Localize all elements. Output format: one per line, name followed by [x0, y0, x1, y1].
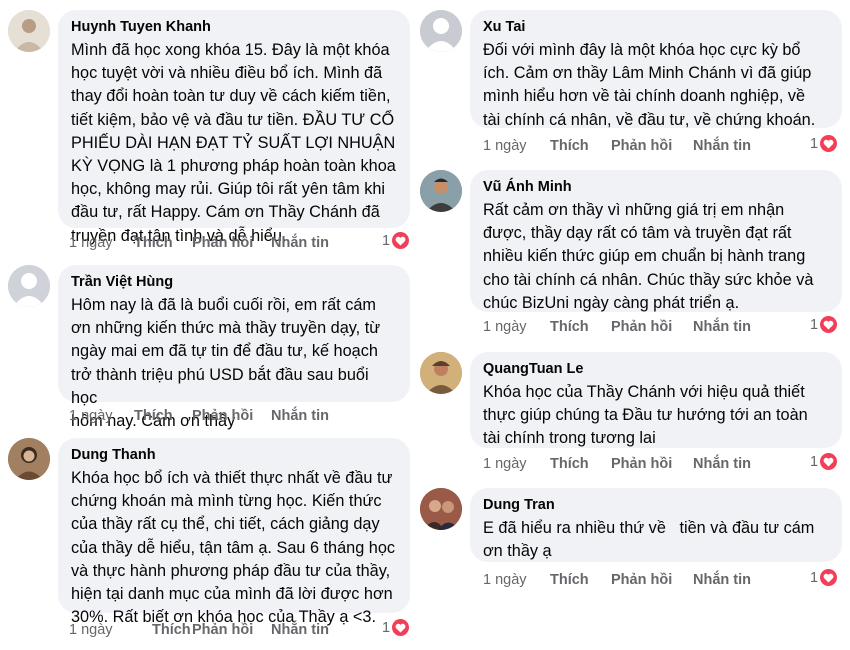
avatar[interactable]	[420, 352, 462, 394]
reaction-count[interactable]: 1	[382, 232, 410, 249]
reaction-number: 1	[810, 135, 819, 152]
comment-actions: 1 ngày Thích Phản hồi Nhắn tin	[69, 622, 419, 642]
comment: QuangTuan Le Khóa học của Thầy Chánh với…	[420, 352, 845, 477]
reaction-number: 1	[382, 232, 391, 249]
heart-icon	[820, 569, 838, 586]
comment-bubble: Huynh Tuyen Khanh Mình đã học xong khóa …	[58, 10, 410, 245]
reaction-count[interactable]: 1	[382, 619, 410, 636]
comment: Trần Việt Hùng Hôm nay là đã là buổi cuố…	[8, 265, 418, 430]
avatar[interactable]	[8, 438, 50, 480]
comment-bubble: Trần Việt Hùng Hôm nay là đã là buổi cuố…	[58, 265, 410, 430]
reply-button[interactable]: Phản hồi	[611, 456, 672, 472]
author-name[interactable]: Dung Thanh	[71, 446, 396, 464]
reply-button[interactable]: Phản hồi	[192, 622, 253, 638]
heart-icon	[392, 232, 410, 249]
message-button[interactable]: Nhắn tin	[271, 622, 329, 638]
comment-text: E đã hiểu ra nhiều thứ về tiền và đầu tư…	[483, 519, 815, 561]
comment: Vũ Ánh Minh Rất cảm ơn thầy vì những giá…	[420, 170, 845, 340]
comment-actions: 1 ngày Thích Phản hồi Nhắn tin	[483, 456, 833, 476]
author-name[interactable]: Trần Việt Hùng	[71, 273, 396, 291]
comment-time[interactable]: 1 ngày	[483, 138, 527, 154]
reaction-number: 1	[810, 316, 819, 333]
reaction-count[interactable]: 1	[810, 569, 838, 586]
reply-button[interactable]: Phản hồi	[192, 235, 253, 251]
author-name[interactable]: Xu Tai	[483, 18, 828, 36]
reaction-count[interactable]: 1	[810, 135, 838, 152]
comment-actions: 1 ngày Thích Phản hồi Nhắn tin	[483, 319, 833, 339]
comment-actions: 1 ngày Thích Phản hồi Nhắn tin	[483, 572, 833, 592]
comment: Xu Tai Đối với mình đây là một khóa học …	[420, 10, 845, 160]
message-button[interactable]: Nhắn tin	[693, 138, 751, 154]
comment-text: Mình đã học xong khóa 15. Đây là một khó…	[71, 41, 396, 245]
comment-text: Rất cảm ơn thầy vì những giá trị em nhận…	[483, 201, 814, 312]
message-button[interactable]: Nhắn tin	[693, 456, 751, 472]
comment-bubble: Dung Tran E đã hiểu ra nhiều thứ về tiền…	[470, 488, 842, 562]
heart-icon	[820, 453, 838, 470]
comment-text: Đối với mình đây là một khóa học cực kỳ …	[483, 41, 816, 129]
like-button[interactable]: Thích	[152, 622, 191, 638]
comment: Huynh Tuyen Khanh Mình đã học xong khóa …	[8, 10, 418, 260]
comment-text: Khóa học bổ ích và thiết thực nhất về đầ…	[71, 469, 396, 627]
comment-bubble: Xu Tai Đối với mình đây là một khóa học …	[470, 10, 842, 129]
reply-button[interactable]: Phản hồi	[611, 572, 672, 588]
like-button[interactable]: Thích	[134, 235, 173, 251]
author-name[interactable]: Vũ Ánh Minh	[483, 178, 828, 196]
comment-bubble: Dung Thanh Khóa học bổ ích và thiết thực…	[58, 438, 410, 626]
comment-time[interactable]: 1 ngày	[69, 622, 113, 638]
message-button[interactable]: Nhắn tin	[693, 319, 751, 335]
like-button[interactable]: Thích	[550, 138, 589, 154]
comment-time[interactable]: 1 ngày	[483, 319, 527, 335]
comment-bubble: QuangTuan Le Khóa học của Thầy Chánh với…	[470, 352, 842, 448]
author-name[interactable]: Dung Tran	[483, 496, 828, 514]
author-name[interactable]: QuangTuan Le	[483, 360, 828, 378]
reply-button[interactable]: Phản hồi	[611, 319, 672, 335]
comment-time[interactable]: 1 ngày	[69, 408, 113, 424]
message-button[interactable]: Nhắn tin	[693, 572, 751, 588]
comment-text: Khóa học của Thầy Chánh với hiệu quả thi…	[483, 383, 808, 448]
like-button[interactable]: Thích	[550, 572, 589, 588]
avatar[interactable]	[420, 170, 462, 212]
reply-button[interactable]: Phản hồi	[192, 408, 253, 424]
comment-bubble: Vũ Ánh Minh Rất cảm ơn thầy vì những giá…	[470, 170, 842, 312]
avatar[interactable]	[8, 265, 50, 307]
avatar[interactable]	[8, 10, 50, 52]
heart-icon	[392, 619, 410, 636]
comment-time[interactable]: 1 ngày	[483, 572, 527, 588]
like-button[interactable]: Thích	[550, 456, 589, 472]
reply-button[interactable]: Phản hồi	[611, 138, 672, 154]
comment-time[interactable]: 1 ngày	[69, 235, 113, 251]
reaction-count[interactable]: 1	[810, 453, 838, 470]
like-button[interactable]: Thích	[134, 408, 173, 424]
author-name[interactable]: Huynh Tuyen Khanh	[71, 18, 396, 36]
comment-actions: 1 ngày Thích Phản hồi Nhắn tin	[483, 138, 833, 158]
comment-actions: 1 ngày Thích Phản hồi Nhắn tin	[69, 408, 419, 428]
reaction-number: 1	[810, 569, 819, 586]
heart-icon	[820, 316, 838, 333]
reaction-number: 1	[382, 619, 391, 636]
heart-icon	[820, 135, 838, 152]
comment: Dung Tran E đã hiểu ra nhiều thứ về tiền…	[420, 488, 845, 598]
message-button[interactable]: Nhắn tin	[271, 235, 329, 251]
comment-time[interactable]: 1 ngày	[483, 456, 527, 472]
avatar[interactable]	[420, 488, 462, 530]
message-button[interactable]: Nhắn tin	[271, 408, 329, 424]
avatar[interactable]	[420, 10, 462, 52]
comment: Dung Thanh Khóa học bổ ích và thiết thực…	[8, 438, 418, 643]
reaction-count[interactable]: 1	[810, 316, 838, 333]
reaction-number: 1	[810, 453, 819, 470]
like-button[interactable]: Thích	[550, 319, 589, 335]
comment-actions: 1 ngày Thích Phản hồi Nhắn tin	[69, 235, 419, 255]
